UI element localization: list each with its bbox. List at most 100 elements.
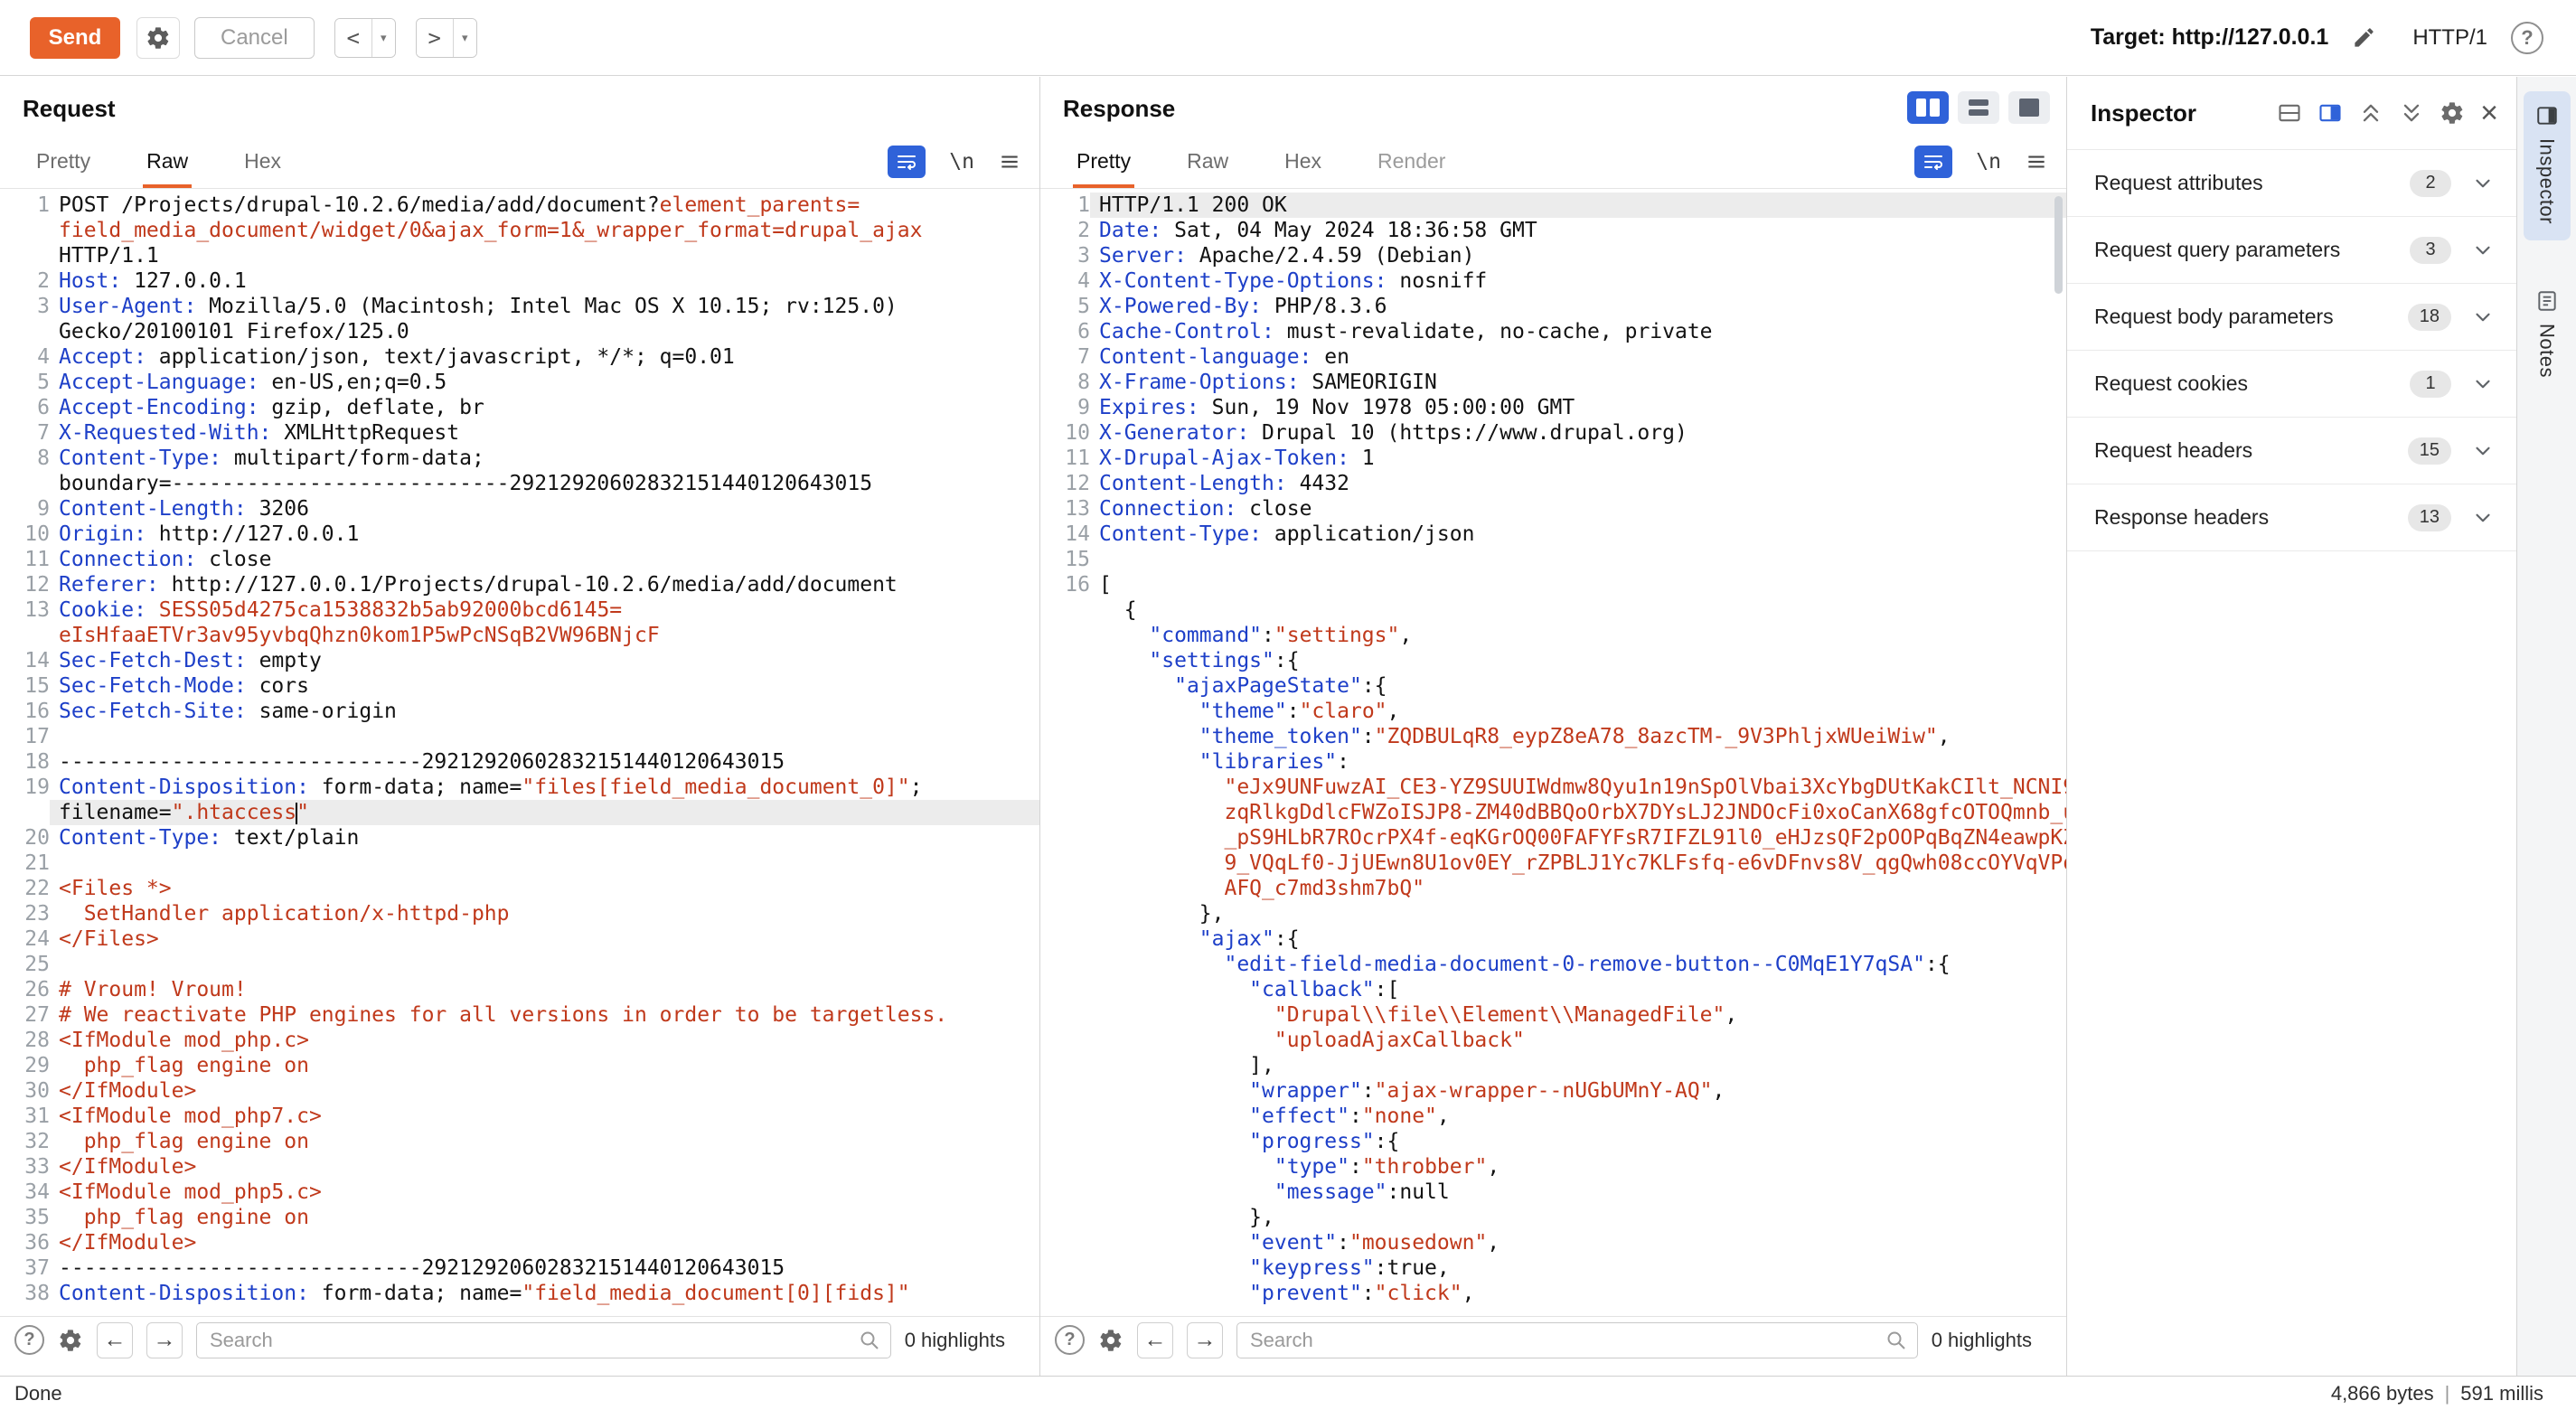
code-line[interactable]: 28<IfModule mod_php.c> — [0, 1028, 1039, 1053]
code-line[interactable]: 8Content-Type: multipart/form-data; — [0, 446, 1039, 471]
code-line[interactable]: 21 — [0, 851, 1039, 876]
collapse-all-button[interactable] — [2358, 100, 2383, 126]
code-text[interactable]: zqRlkgDdlcFWZoISJP8-ZM40dBBQoOrbX7DYsLJ2… — [1090, 800, 2066, 825]
code-line[interactable]: "message":null — [1040, 1180, 2066, 1205]
code-line[interactable]: boundary=---------------------------2921… — [0, 471, 1039, 496]
code-line[interactable]: "progress":{ — [1040, 1129, 2066, 1154]
code-text[interactable]: Content-Disposition: form-data; name="fi… — [50, 1281, 1039, 1306]
code-line[interactable]: eIsHfaaETVr3av95yvbqQhzn0kom1P5wPcNSqB2V… — [0, 623, 1039, 648]
code-line[interactable]: filename=".htaccess" — [0, 800, 1039, 825]
code-line[interactable]: 9_VQqLf0-JjUEwn8U1ov0EY_rZPBLJ1Yc7KLFsfq… — [1040, 851, 2066, 876]
code-line[interactable]: 31<IfModule mod_php7.c> — [0, 1104, 1039, 1129]
cancel-button[interactable]: Cancel — [194, 17, 315, 59]
code-text[interactable]: Origin: http://127.0.0.1 — [50, 522, 1039, 547]
code-line[interactable]: "settings":{ — [1040, 648, 2066, 673]
code-text[interactable]: php_flag engine on — [50, 1129, 1039, 1154]
code-line[interactable]: 6Accept-Encoding: gzip, deflate, br — [0, 395, 1039, 420]
code-line[interactable]: 13Connection: close — [1040, 496, 2066, 522]
code-line[interactable]: 12Referer: http://127.0.0.1/Projects/dru… — [0, 572, 1039, 597]
inspector-settings-button[interactable] — [2440, 100, 2465, 126]
code-text[interactable]: "event":"mousedown", — [1090, 1230, 2066, 1255]
code-text[interactable]: ], — [1090, 1053, 2066, 1078]
code-line[interactable]: 2Host: 127.0.0.1 — [0, 268, 1039, 294]
code-text[interactable]: Accept-Language: en-US,en;q=0.5 — [50, 370, 1039, 395]
code-text[interactable]: </Files> — [50, 926, 1039, 952]
code-line[interactable]: 13Cookie: SESS05d4275ca1538832b5ab92000b… — [0, 597, 1039, 623]
next-match-button[interactable]: → — [1187, 1322, 1223, 1358]
code-text[interactable]: "theme_token":"ZQDBULqR8_eypZ8eA78_8azcT… — [1090, 724, 2066, 749]
tab-raw[interactable]: Raw — [143, 135, 192, 188]
code-text[interactable]: [ — [1090, 572, 2066, 597]
code-text[interactable]: Connection: close — [1090, 496, 2066, 522]
request-editor[interactable]: 1POST /Projects/drupal-10.2.6/media/add/… — [0, 189, 1039, 1316]
code-text[interactable]: boundary=---------------------------2921… — [50, 471, 1039, 496]
code-line[interactable]: "ajax":{ — [1040, 926, 2066, 952]
code-text[interactable]: Cookie: SESS05d4275ca1538832b5ab92000bcd… — [50, 597, 1039, 623]
code-text[interactable]: "edit-field-media-document-0-remove-butt… — [1090, 952, 2066, 977]
tab-hex[interactable]: Hex — [1281, 135, 1325, 188]
code-text[interactable]: <IfModule mod_php5.c> — [50, 1180, 1039, 1205]
code-line[interactable]: "theme":"claro", — [1040, 699, 2066, 724]
code-line[interactable]: "theme_token":"ZQDBULqR8_eypZ8eA78_8azcT… — [1040, 724, 2066, 749]
code-text[interactable]: Content-language: en — [1090, 344, 2066, 370]
code-text[interactable]: "libraries": — [1090, 749, 2066, 775]
code-text[interactable]: eIsHfaaETVr3av95yvbqQhzn0kom1P5wPcNSqB2V… — [50, 623, 1039, 648]
code-line[interactable]: 14Sec-Fetch-Dest: empty — [0, 648, 1039, 673]
code-text[interactable]: Content-Disposition: form-data; name="fi… — [50, 775, 1039, 800]
editor-menu-button[interactable] — [2025, 150, 2048, 174]
code-line[interactable]: 33</IfModule> — [0, 1154, 1039, 1180]
code-text[interactable] — [1090, 547, 2066, 572]
code-line[interactable]: 38Content-Disposition: form-data; name="… — [0, 1281, 1039, 1306]
back-button[interactable]: < — [335, 19, 371, 57]
code-line[interactable]: 9Expires: Sun, 19 Nov 1978 05:00:00 GMT — [1040, 395, 2066, 420]
tab-render[interactable]: Render — [1374, 135, 1449, 188]
code-line[interactable]: 22<Files *> — [0, 876, 1039, 901]
code-text[interactable]: X-Frame-Options: SAMEORIGIN — [1090, 370, 2066, 395]
code-line[interactable]: 23 SetHandler application/x-httpd-php — [0, 901, 1039, 926]
code-text[interactable]: "settings":{ — [1090, 648, 2066, 673]
code-text[interactable]: "ajaxPageState":{ — [1090, 673, 2066, 699]
code-line[interactable]: 4Accept: application/json, text/javascri… — [0, 344, 1039, 370]
code-line[interactable]: "command":"settings", — [1040, 623, 2066, 648]
code-text[interactable]: Content-Length: 3206 — [50, 496, 1039, 522]
code-line[interactable]: 36</IfModule> — [0, 1230, 1039, 1255]
send-button[interactable]: Send — [30, 17, 120, 59]
inspector-section-request-attributes[interactable]: Request attributes2 — [2067, 150, 2516, 217]
inspector-section-request-cookies[interactable]: Request cookies1 — [2067, 351, 2516, 418]
request-search-input[interactable] — [196, 1322, 891, 1358]
code-line[interactable]: 11Connection: close — [0, 547, 1039, 572]
code-text[interactable]: HTTP/1.1 200 OK — [1090, 193, 2066, 218]
code-line[interactable]: _pS9HLbR7ROcrPX4f-eqKGrOQ00FAFYFsR7IFZL9… — [1040, 825, 2066, 851]
code-line[interactable]: 10X-Generator: Drupal 10 (https://www.dr… — [1040, 420, 2066, 446]
code-text[interactable]: "uploadAjaxCallback" — [1090, 1028, 2066, 1053]
tab-pretty[interactable]: Pretty — [33, 135, 94, 188]
code-text[interactable]: Accept: application/json, text/javascrip… — [50, 344, 1039, 370]
code-line[interactable]: 27# We reactivate PHP engines for all ve… — [0, 1002, 1039, 1028]
code-text[interactable]: <IfModule mod_php7.c> — [50, 1104, 1039, 1129]
code-text[interactable]: Cache-Control: must-revalidate, no-cache… — [1090, 319, 2066, 344]
code-text[interactable]: SetHandler application/x-httpd-php — [50, 901, 1039, 926]
code-line[interactable]: 2Date: Sat, 04 May 2024 18:36:58 GMT — [1040, 218, 2066, 243]
code-text[interactable]: }, — [1090, 901, 2066, 926]
code-line[interactable]: 35 php_flag engine on — [0, 1205, 1039, 1230]
layout-rows-button[interactable] — [1958, 91, 1999, 124]
code-text[interactable]: "message":null — [1090, 1180, 2066, 1205]
code-text[interactable]: "effect":"none", — [1090, 1104, 2066, 1129]
tab-pretty[interactable]: Pretty — [1073, 135, 1134, 188]
inspector-layout-columns-button[interactable] — [2317, 100, 2343, 126]
code-line[interactable]: "keypress":true, — [1040, 1255, 2066, 1281]
code-text[interactable]: "theme":"claro", — [1090, 699, 2066, 724]
code-text[interactable]: "ajax":{ — [1090, 926, 2066, 952]
code-line[interactable]: "eJx9UNFuwzAI_CE3-YZ9SUUIWdmw8Qyu1n19nSp… — [1040, 775, 2066, 800]
code-line[interactable]: HTTP/1.1 — [0, 243, 1039, 268]
inspector-section-request-body-parameters[interactable]: Request body parameters18 — [2067, 284, 2516, 351]
tab-raw[interactable]: Raw — [1183, 135, 1232, 188]
code-line[interactable]: Gecko/20100101 Firefox/125.0 — [0, 319, 1039, 344]
show-newlines-toggle[interactable]: \n — [1976, 150, 2001, 174]
code-text[interactable]: Host: 127.0.0.1 — [50, 268, 1039, 294]
code-line[interactable]: 3User-Agent: Mozilla/5.0 (Macintosh; Int… — [0, 294, 1039, 319]
code-text[interactable]: Date: Sat, 04 May 2024 18:36:58 GMT — [1090, 218, 2066, 243]
code-text[interactable]: <Files *> — [50, 876, 1039, 901]
code-text[interactable]: 9_VQqLf0-JjUEwn8U1ov0EY_rZPBLJ1Yc7KLFsfq… — [1090, 851, 2066, 876]
code-text[interactable]: </IfModule> — [50, 1078, 1039, 1104]
